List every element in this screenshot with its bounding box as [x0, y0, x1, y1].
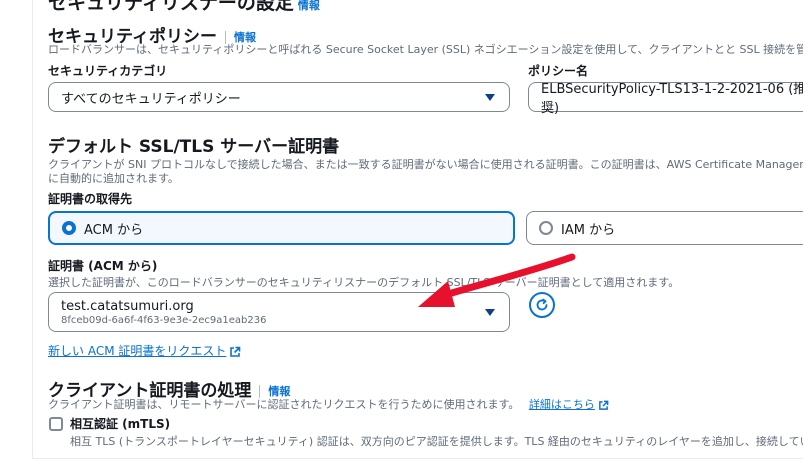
annotation-arrow-icon [418, 253, 576, 307]
